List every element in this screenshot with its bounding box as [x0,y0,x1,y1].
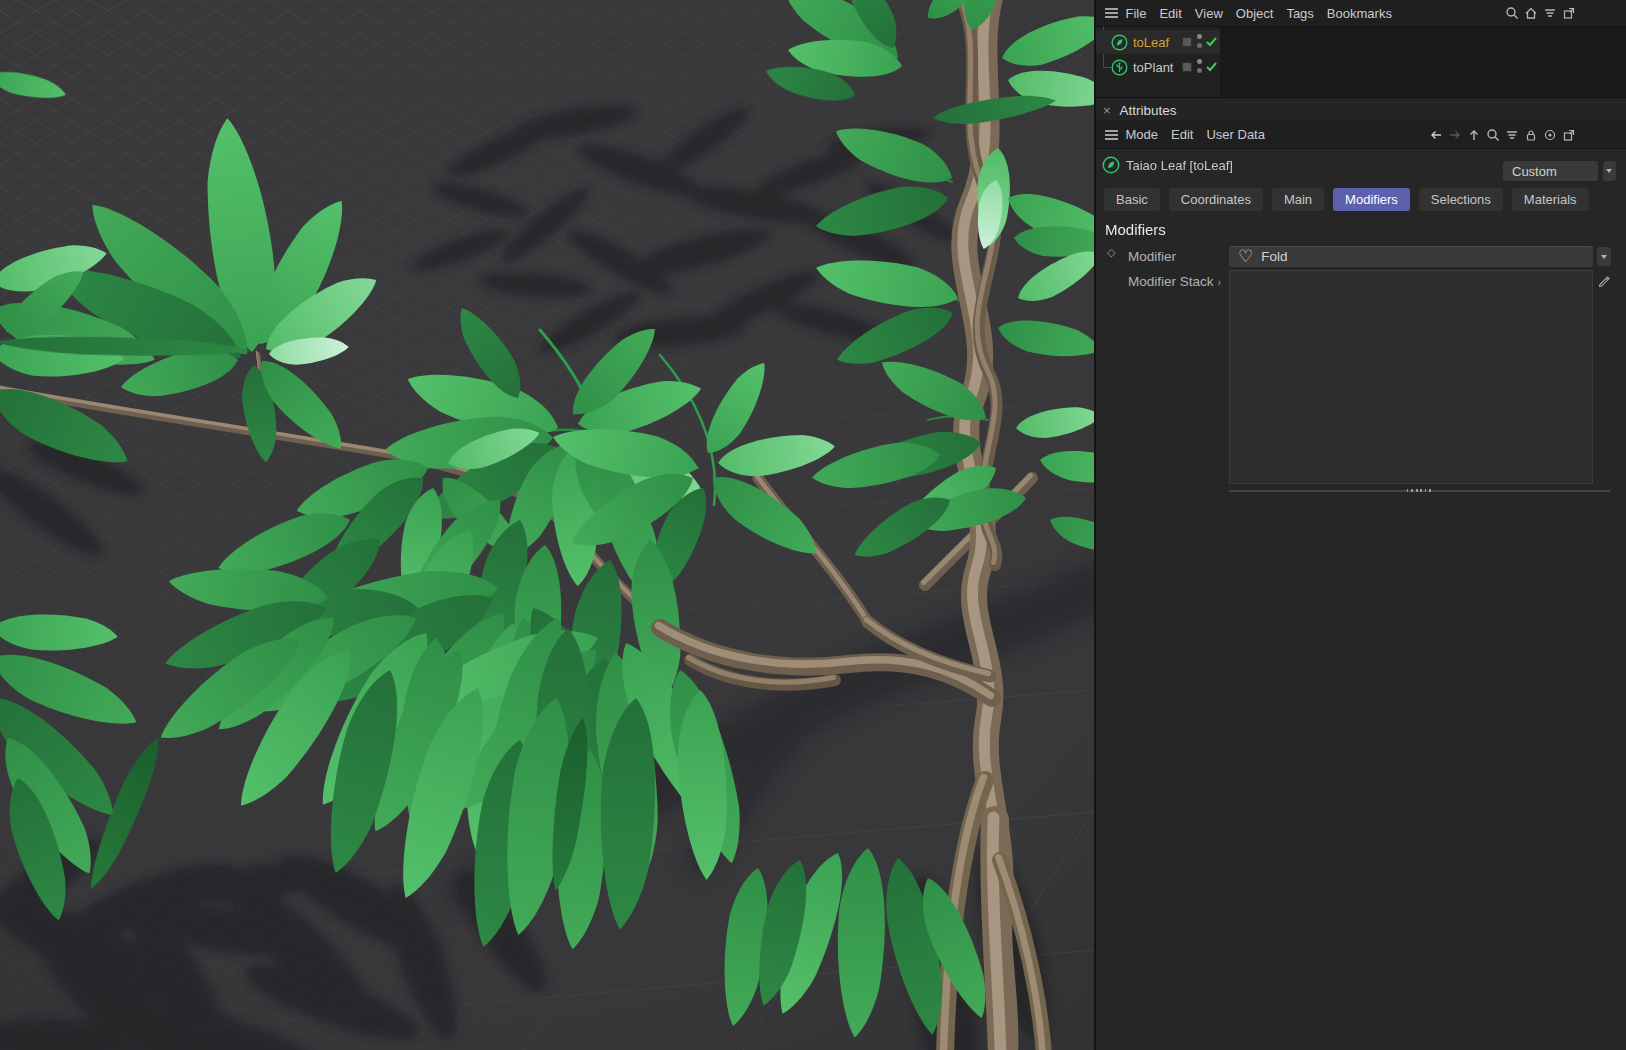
up-arrow-icon[interactable] [1467,128,1481,142]
tab-selections[interactable]: Selections [1419,188,1503,211]
attributes-title: Attributes [1120,103,1177,118]
menu-edit[interactable]: Edit [1165,127,1200,142]
tab-modifiers[interactable]: Modifiers [1333,188,1410,211]
edit-pencil-icon[interactable] [1597,273,1611,287]
tab-main[interactable]: Main [1272,188,1324,211]
filter-icon[interactable] [1505,128,1519,142]
modifier-value: Fold [1261,249,1287,264]
menu-bookmarks[interactable]: Bookmarks [1320,6,1398,21]
back-arrow-icon[interactable] [1429,128,1443,142]
diamond-icon: ◇ [1107,246,1115,259]
new-window-icon[interactable] [1562,128,1576,142]
modifier-stack-label[interactable]: Modifier Stack› [1128,274,1221,289]
object-manager: toLeaf toPlant [1096,27,1626,97]
modifier-dropdown[interactable]: ♡ Fold [1229,246,1593,267]
modifier-label: Modifier [1128,249,1176,264]
attributes-menubar: Mode Edit User Data [1096,121,1626,149]
object-item-toplant[interactable]: toPlant [1096,55,1220,79]
new-window-icon[interactable] [1562,6,1576,20]
target-icon[interactable] [1543,128,1557,142]
preset-dropdown[interactable]: Custom [1503,161,1598,181]
attributes-header: × Attributes [1096,97,1626,122]
menu-icon[interactable] [1104,129,1119,141]
menu-user-data[interactable]: User Data [1200,127,1272,142]
close-icon[interactable]: × [1103,104,1111,117]
enabled-check-icon[interactable] [1205,60,1218,73]
home-icon[interactable] [1524,6,1538,20]
object-label[interactable]: toLeaf [1133,35,1169,50]
menu-icon[interactable] [1104,7,1119,19]
forward-arrow-icon[interactable] [1448,128,1462,142]
tab-coordinates[interactable]: Coordinates [1169,188,1263,211]
leaf-icon[interactable] [1111,34,1128,51]
filter-icon[interactable] [1543,6,1557,20]
tab-basic[interactable]: Basic [1104,188,1160,211]
object-manager-menubar: File Edit View Object Tags Bookmarks [1096,0,1626,27]
layer-chip-icon[interactable] [1182,62,1192,72]
right-panel: File Edit View Object Tags Bookmarks toL… [1096,0,1626,1050]
visibility-dots-icon[interactable] [1197,59,1202,75]
tab-materials[interactable]: Materials [1512,188,1589,211]
menu-tags[interactable]: Tags [1280,6,1320,21]
viewport-scene [0,0,1094,1050]
object-title: Taiao Leaf [toLeaf] [1126,158,1233,173]
menu-view[interactable]: View [1188,6,1229,21]
modifier-stack-box[interactable] [1229,270,1593,484]
menu-mode[interactable]: Mode [1119,127,1165,142]
visibility-dots-icon[interactable] [1197,34,1202,50]
menu-edit[interactable]: Edit [1153,6,1188,21]
leaf-icon [1102,156,1120,174]
heart-icon: ♡ [1238,248,1253,265]
modifier-dropdown-arrow[interactable] [1597,247,1611,266]
layer-chip-icon[interactable] [1182,37,1192,47]
search-icon[interactable] [1486,128,1500,142]
viewport-3d[interactable] [0,0,1094,1050]
object-tree: toLeaf toPlant [1096,27,1220,97]
plant-icon[interactable] [1111,59,1128,76]
preset-dropdown-arrow[interactable] [1603,161,1616,181]
section-title: Modifiers [1105,221,1166,238]
object-item-toleaf[interactable]: toLeaf [1096,30,1220,54]
search-icon[interactable] [1505,6,1519,20]
attribute-tabs: Basic Coordinates Main Modifiers Selecti… [1104,188,1589,211]
enabled-check-icon[interactable] [1205,35,1218,48]
menu-object[interactable]: Object [1229,6,1280,21]
object-label[interactable]: toPlant [1133,60,1173,75]
lock-icon[interactable] [1524,128,1538,142]
menu-file[interactable]: File [1119,6,1153,21]
panel-splitter[interactable] [1229,490,1610,492]
preset-value: Custom [1512,164,1557,179]
